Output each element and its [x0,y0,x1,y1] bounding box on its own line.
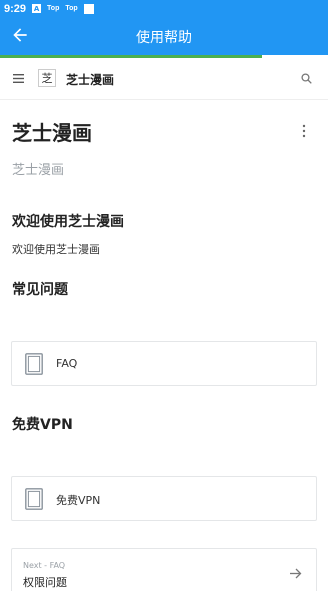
more-vert-icon[interactable] [302,124,306,138]
menu-icon[interactable] [13,74,24,83]
vpn-heading: 免费VPN [12,417,73,433]
document-icon [25,353,43,375]
app-bar: 使用帮助 [0,17,328,55]
next-title: 权限问题 [23,576,67,589]
status-item-top-2: Top [65,5,78,12]
vpn-card[interactable]: 免费VPN [11,476,317,521]
page-title: 芝士漫画 [12,121,92,145]
welcome-text: 欢迎使用芝士漫画 [12,243,100,256]
page-subtitle: 芝士漫画 [12,163,65,178]
status-item-top-1: Top [47,5,60,12]
vpn-card-label: 免费VPN [56,494,101,507]
faq-heading: 常见问题 [12,282,68,298]
next-page-link[interactable]: Next - FAQ 权限问题 [11,548,317,591]
search-icon[interactable] [301,73,312,84]
site-name[interactable]: 芝士漫画 [66,71,114,88]
welcome-heading: 欢迎使用芝士漫画 [12,214,124,230]
faq-card-label: FAQ [56,357,78,370]
site-logo[interactable]: 芝 [38,69,56,87]
next-label: Next - FAQ [23,561,66,570]
notification-box-icon [83,3,94,14]
site-header: 芝 芝士漫画 [0,58,328,100]
document-icon [25,488,43,510]
arrow-right-icon [290,568,302,579]
status-bar: 9:29 A Top Top [0,0,328,17]
notification-a-icon: A [32,4,42,13]
app-bar-title: 使用帮助 [136,30,192,46]
status-time: 9:29 [4,2,27,15]
faq-card[interactable]: FAQ [11,341,317,386]
